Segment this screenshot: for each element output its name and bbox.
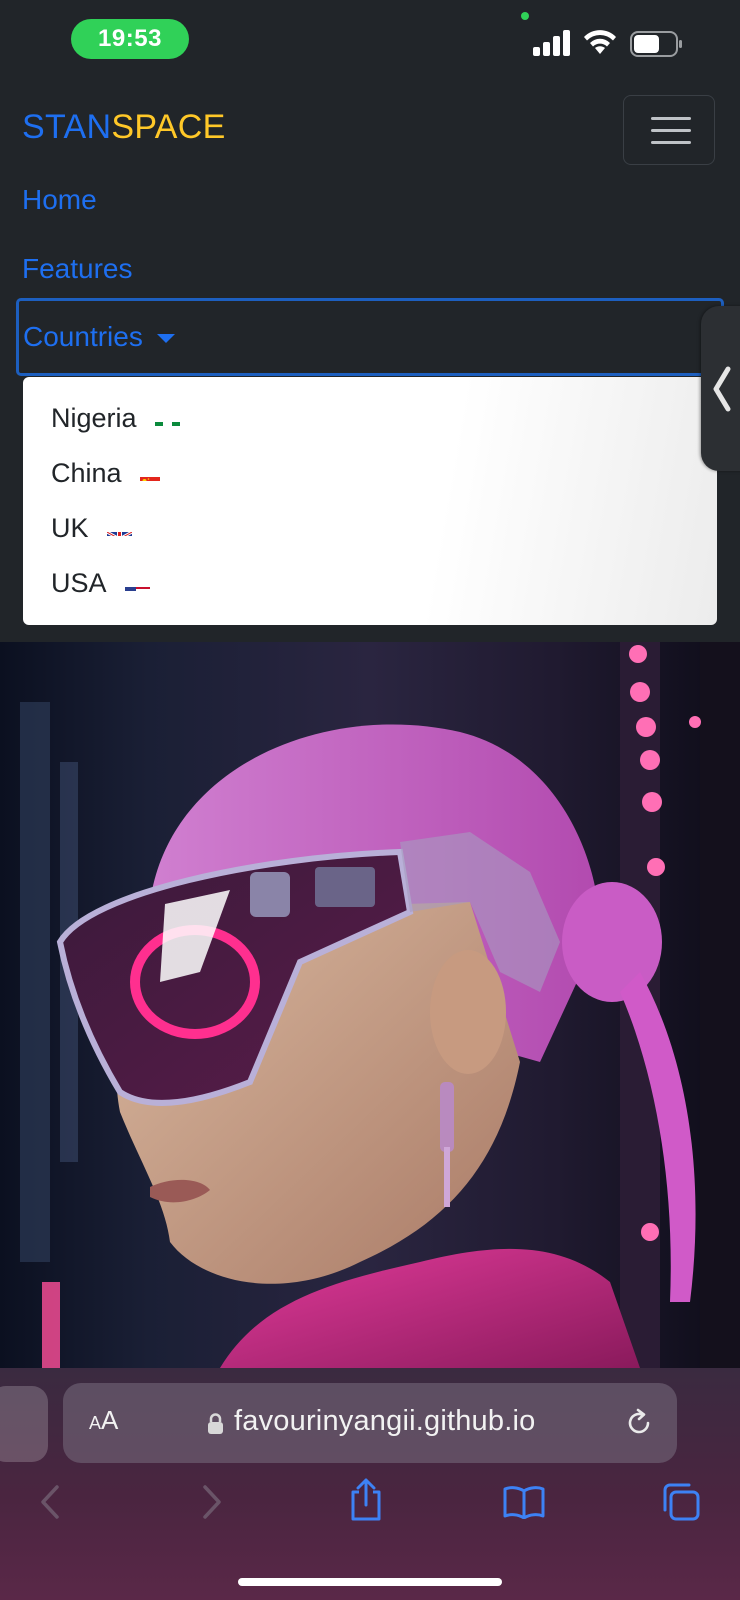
countries-dropdown-toggle[interactable]: Countries — [16, 298, 724, 376]
brand-part-space: SPACE — [111, 108, 226, 146]
hero-image — [0, 642, 740, 1368]
nav-link-features[interactable]: Features — [22, 253, 133, 285]
chevron-left-icon — [713, 366, 731, 412]
url-text: favourinyangii.github.io — [234, 1405, 536, 1437]
previous-tab-preview[interactable] — [0, 1386, 48, 1462]
text-size-button[interactable]: AA — [89, 1405, 118, 1436]
text-size-large-a: A — [101, 1405, 119, 1435]
forward-icon[interactable] — [200, 1484, 224, 1520]
dropdown-item-china[interactable]: China — [23, 446, 717, 501]
dropdown-item-label: USA — [51, 568, 107, 598]
cellular-signal-icon — [533, 30, 573, 56]
usa-flag-icon — [124, 577, 150, 591]
dropdown-item-uk[interactable]: UK — [23, 501, 717, 556]
dropdown-item-label: UK — [51, 513, 89, 543]
uk-flag-icon — [106, 522, 132, 536]
countries-dropdown-menu: Nigeria China UK USA — [23, 377, 717, 625]
countries-dropdown-label: Countries — [23, 321, 143, 352]
address-bar[interactable]: AA favourinyangii.github.io — [63, 1383, 677, 1463]
share-icon[interactable] — [348, 1478, 384, 1522]
home-indicator[interactable] — [238, 1578, 502, 1586]
brand-logo[interactable]: STANSPACE — [22, 108, 226, 147]
tabs-icon[interactable] — [661, 1482, 701, 1522]
menu-toggle-button[interactable] — [623, 95, 715, 165]
bookmarks-icon[interactable] — [502, 1485, 546, 1519]
hero-illustration — [20, 642, 740, 1368]
browser-bottom-bar: AA favourinyangii.github.io — [0, 1368, 740, 1600]
battery-icon — [630, 31, 682, 57]
dropdown-item-label: Nigeria — [51, 403, 137, 433]
wifi-icon — [584, 30, 616, 54]
nigeria-flag-icon — [154, 412, 180, 426]
brand-part-stan: STAN — [22, 108, 112, 146]
nav-link-home[interactable]: Home — [22, 184, 97, 216]
status-bar: 19:53 — [0, 0, 740, 80]
dropdown-item-nigeria[interactable]: Nigeria — [23, 391, 717, 446]
reload-icon[interactable] — [623, 1407, 655, 1439]
status-time: 19:53 — [71, 19, 189, 59]
text-size-small-a: A — [89, 1413, 102, 1433]
lock-icon — [208, 1413, 223, 1434]
camera-indicator-icon — [521, 12, 529, 20]
side-panel-handle[interactable] — [701, 306, 740, 471]
dropdown-item-label: China — [51, 458, 122, 488]
caret-down-icon — [156, 333, 175, 343]
dropdown-item-usa[interactable]: USA — [23, 556, 717, 611]
china-flag-icon — [139, 467, 160, 481]
back-icon[interactable] — [38, 1484, 62, 1520]
